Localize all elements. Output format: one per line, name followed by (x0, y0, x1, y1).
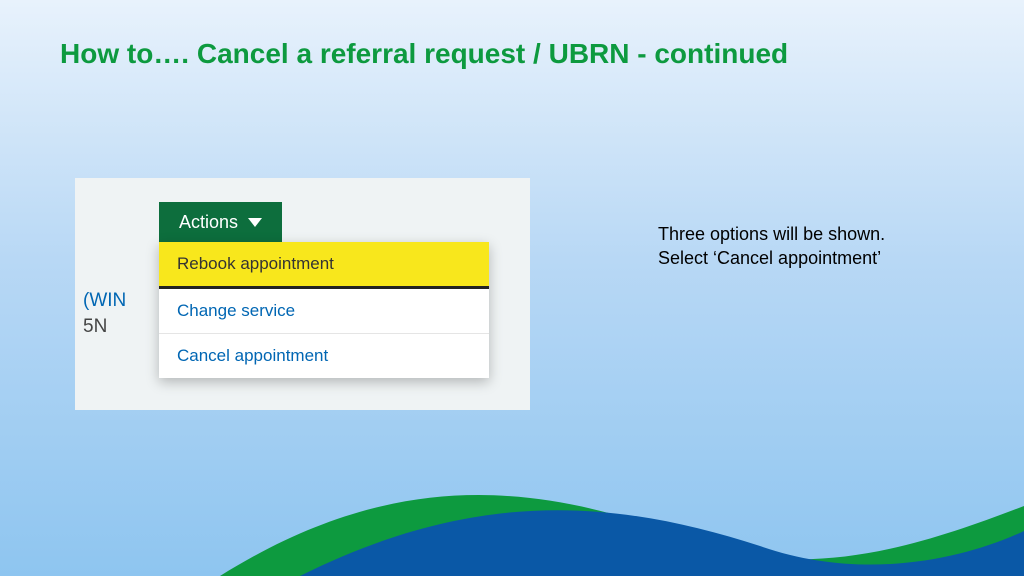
background-text-5n: 5N (83, 316, 107, 338)
instruction-text: Three options will be shown. Select ‘Can… (658, 222, 958, 271)
actions-button-label: Actions (179, 212, 238, 233)
actions-button[interactable]: Actions (159, 202, 282, 243)
slide-title: How to…. Cancel a referral request / UBR… (0, 0, 1024, 70)
dropdown-item-rebook[interactable]: Rebook appointment (159, 242, 489, 289)
background-text-win: (WIN (83, 290, 126, 312)
decorative-wave (0, 446, 1024, 576)
dropdown-item-cancel-appointment[interactable]: Cancel appointment (159, 334, 489, 378)
screenshot-panel: (WIN 5N Actions Rebook appointment Chang… (75, 178, 530, 410)
chevron-down-icon (248, 218, 262, 227)
dropdown-item-change-service[interactable]: Change service (159, 289, 489, 334)
instruction-line1: Three options will be shown. (658, 222, 958, 246)
instruction-line2: Select ‘Cancel appointment’ (658, 246, 958, 270)
actions-dropdown: Rebook appointment Change service Cancel… (159, 242, 489, 378)
